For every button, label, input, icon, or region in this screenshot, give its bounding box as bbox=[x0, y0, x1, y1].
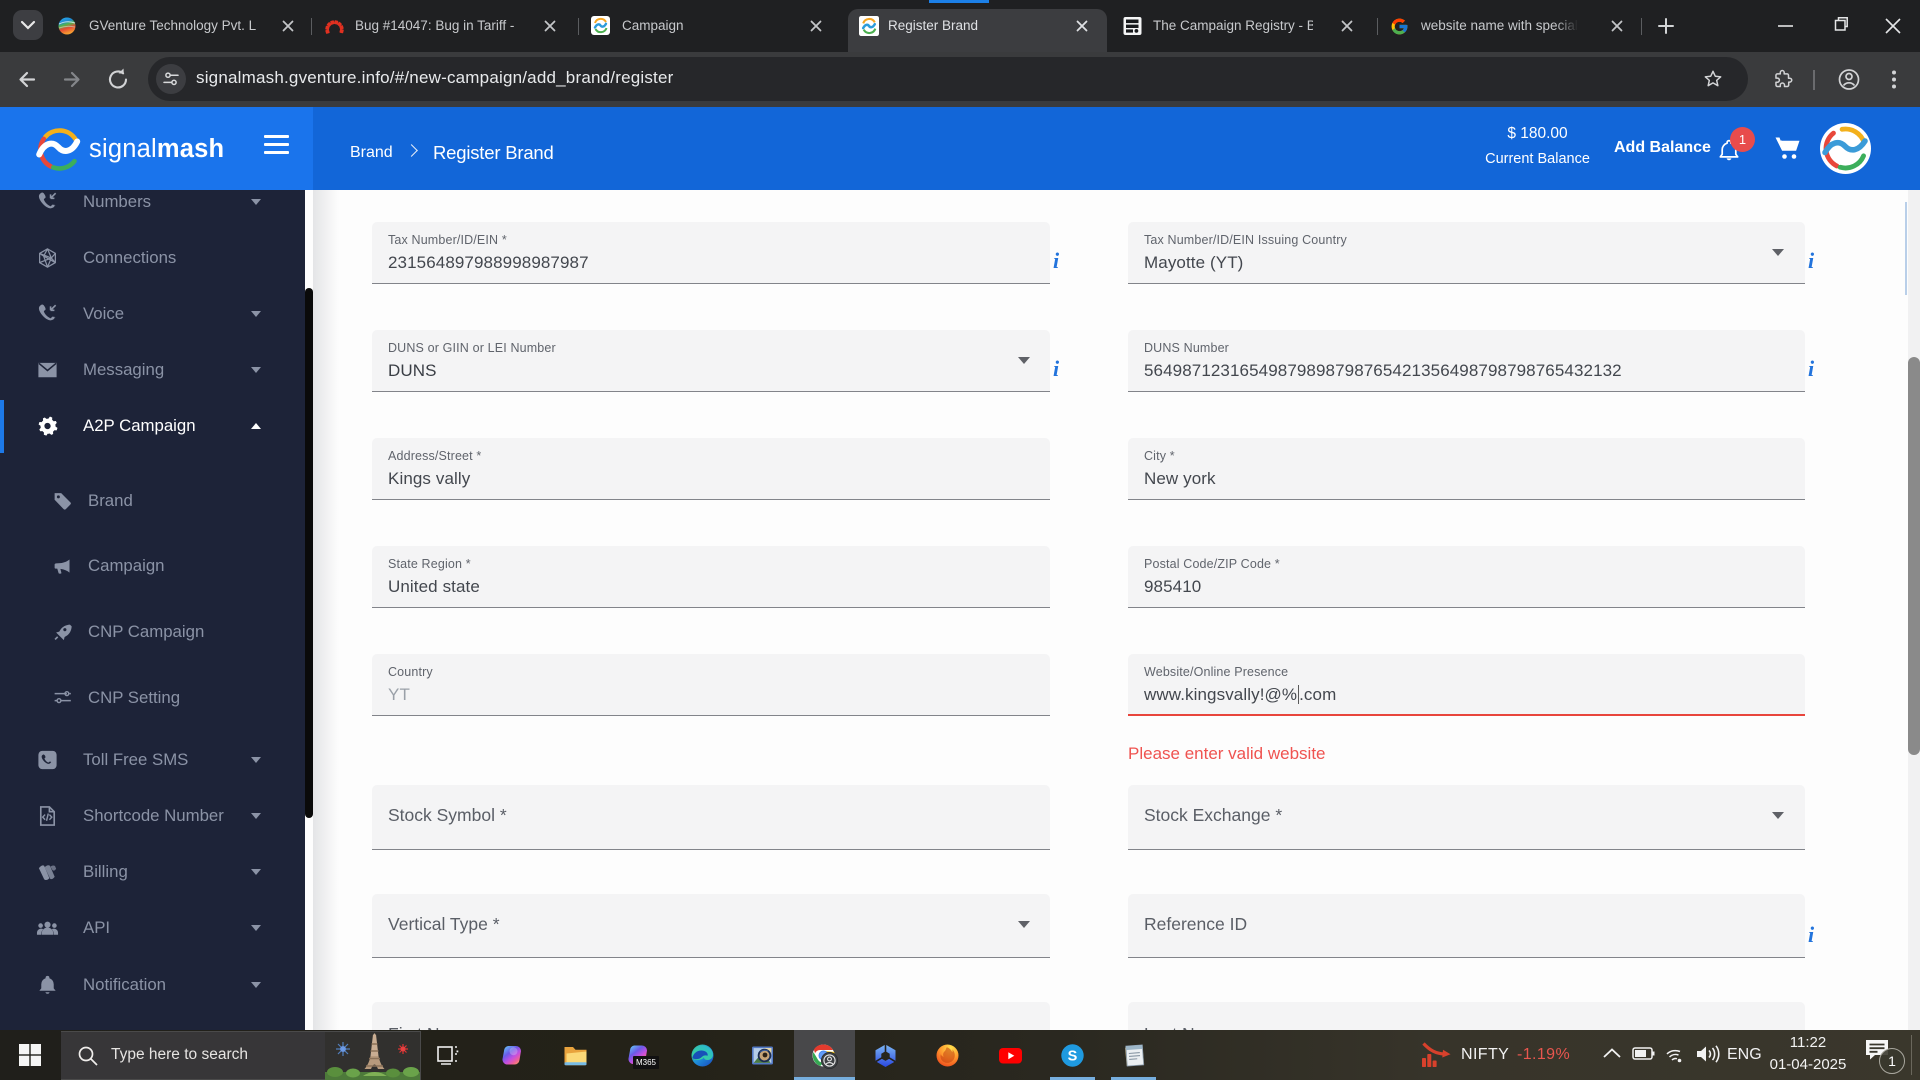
svg-text:S: S bbox=[1068, 1049, 1078, 1065]
